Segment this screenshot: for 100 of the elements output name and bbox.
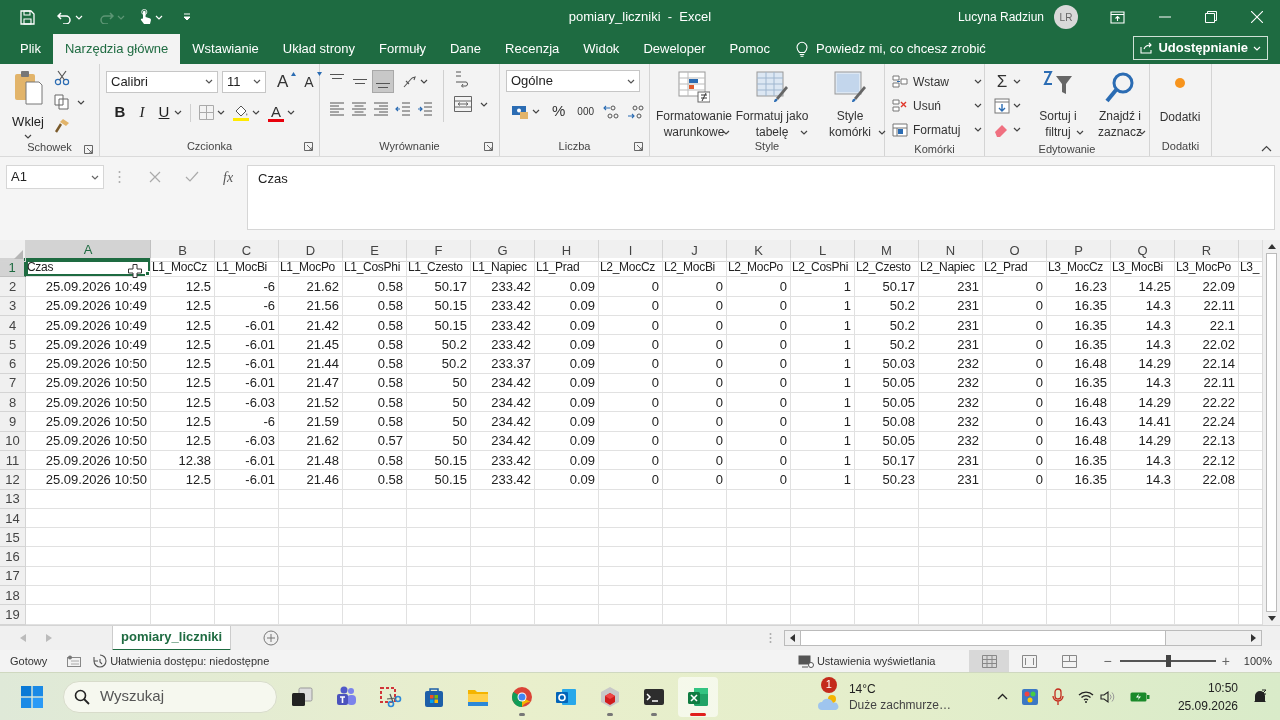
- empty-cell[interactable]: [151, 605, 215, 625]
- empty-cell[interactable]: [1111, 489, 1175, 509]
- empty-cell[interactable]: [407, 508, 471, 529]
- empty-cell[interactable]: [663, 566, 727, 587]
- number-format-field[interactable]: Ogólne: [506, 70, 640, 92]
- undo-icon[interactable]: [57, 10, 72, 24]
- empty-cell[interactable]: [663, 489, 727, 509]
- empty-cell[interactable]: [471, 605, 535, 625]
- conditional-formatting-button[interactable]: Formatowanie warunkowe: [656, 70, 732, 135]
- save-icon[interactable]: [20, 9, 35, 25]
- volume-icon[interactable]: [1099, 689, 1116, 704]
- empty-cell[interactable]: [919, 547, 983, 567]
- battery-charging-icon[interactable]: [1129, 690, 1150, 703]
- zoom-out-button[interactable]: −: [1103, 650, 1112, 672]
- empty-cell[interactable]: [919, 586, 983, 606]
- row-header[interactable]: 8: [0, 393, 26, 413]
- empty-cell[interactable]: [343, 508, 407, 529]
- column-header[interactable]: M: [855, 240, 919, 262]
- ribbon-tab[interactable]: Formuły: [367, 34, 438, 64]
- customize-toolbar-icon[interactable]: [183, 13, 191, 21]
- redo-icon[interactable]: [99, 10, 114, 24]
- column-header[interactable]: B: [151, 240, 215, 262]
- empty-cell[interactable]: [215, 547, 279, 567]
- empty-cell[interactable]: [535, 547, 599, 567]
- add-sheet-icon[interactable]: [263, 630, 280, 646]
- wifi-icon[interactable]: [1077, 690, 1094, 703]
- empty-cell[interactable]: [151, 586, 215, 606]
- empty-cell[interactable]: [663, 586, 727, 606]
- empty-cell[interactable]: [919, 528, 983, 548]
- row-header[interactable]: 6: [0, 354, 26, 374]
- font-name-field[interactable]: Calibri: [106, 70, 218, 93]
- empty-cell[interactable]: [919, 605, 983, 625]
- close-icon[interactable]: [1251, 11, 1263, 23]
- tell-me-field[interactable]: Powiedz mi, co chcesz zrobić: [816, 39, 986, 59]
- empty-cell[interactable]: [343, 566, 407, 587]
- row-header[interactable]: 5: [0, 335, 26, 355]
- empty-cell[interactable]: [1047, 566, 1111, 587]
- empty-cell[interactable]: [535, 508, 599, 529]
- empty-cell[interactable]: [343, 528, 407, 548]
- decrease-decimal-icon[interactable]: [627, 103, 646, 120]
- empty-cell[interactable]: [599, 508, 663, 529]
- empty-cell[interactable]: [663, 528, 727, 548]
- empty-cell[interactable]: [471, 528, 535, 548]
- empty-cell[interactable]: [791, 547, 855, 567]
- dialog-launcher-icon[interactable]: [84, 144, 93, 154]
- empty-cell[interactable]: [279, 489, 343, 509]
- empty-cell[interactable]: [855, 566, 919, 587]
- empty-cell[interactable]: [471, 547, 535, 567]
- empty-cell[interactable]: [919, 508, 983, 529]
- zoom-slider-thumb[interactable]: [1165, 655, 1171, 667]
- empty-cell[interactable]: [855, 547, 919, 567]
- format-painter-icon[interactable]: [54, 118, 70, 134]
- accessibility-icon[interactable]: [93, 654, 108, 668]
- empty-cell[interactable]: [151, 528, 215, 548]
- column-header[interactable]: G: [471, 240, 535, 262]
- empty-cell[interactable]: [343, 586, 407, 606]
- align-center-icon[interactable]: [351, 101, 367, 117]
- insert-cells-button[interactable]: Wstaw: [889, 70, 985, 93]
- empty-cell[interactable]: [407, 547, 471, 567]
- empty-cell[interactable]: [215, 586, 279, 606]
- row-header[interactable]: 16: [0, 547, 26, 567]
- previous-sheet-icon[interactable]: [20, 634, 26, 642]
- cancel-icon[interactable]: [149, 171, 161, 183]
- row-header[interactable]: 3: [0, 296, 26, 316]
- empty-cell[interactable]: [1047, 586, 1111, 606]
- empty-cell[interactable]: [1175, 605, 1239, 625]
- row-header[interactable]: 13: [0, 489, 26, 509]
- empty-cell[interactable]: [279, 605, 343, 625]
- empty-cell[interactable]: [1175, 547, 1239, 567]
- notifications-bell-icon[interactable]: [1252, 688, 1268, 705]
- row-header[interactable]: 7: [0, 373, 26, 394]
- column-header[interactable]: K: [727, 240, 791, 262]
- dialog-launcher-icon[interactable]: [304, 142, 313, 151]
- row-header[interactable]: 15: [0, 528, 26, 548]
- clock[interactable]: 10:50 25.09.2026: [1177, 678, 1238, 715]
- vertical-scrollbar[interactable]: [1262, 240, 1280, 625]
- display-settings-icon[interactable]: [797, 654, 814, 668]
- find-select-button[interactable]: Znajdź i zaznacz: [1092, 70, 1148, 141]
- empty-cell[interactable]: [855, 528, 919, 548]
- column-header[interactable]: H: [535, 240, 599, 262]
- microphone-icon[interactable]: [1051, 687, 1064, 706]
- column-header[interactable]: E: [343, 240, 407, 262]
- caret-icon[interactable]: [480, 101, 488, 107]
- user-avatar[interactable]: LR: [1054, 5, 1078, 29]
- row-header[interactable]: 4: [0, 315, 26, 336]
- empty-cell[interactable]: [1175, 528, 1239, 548]
- column-header[interactable]: O: [983, 240, 1047, 262]
- empty-cell[interactable]: [791, 508, 855, 529]
- empty-cell[interactable]: [279, 547, 343, 567]
- empty-cell[interactable]: [279, 586, 343, 606]
- empty-cell[interactable]: [727, 528, 791, 548]
- empty-cell[interactable]: [407, 566, 471, 587]
- delete-cells-button[interactable]: Usuń: [889, 94, 985, 117]
- search-field[interactable]: Wyszukaj: [63, 680, 277, 713]
- ribbon-tab[interactable]: Narzędzia główne: [52, 34, 181, 64]
- column-header[interactable]: F: [407, 240, 471, 262]
- sort-filter-button[interactable]: Sortuj i filtruj: [1030, 70, 1086, 141]
- empty-cell[interactable]: [1111, 508, 1175, 529]
- empty-cell[interactable]: [407, 605, 471, 625]
- empty-cell[interactable]: [983, 508, 1047, 529]
